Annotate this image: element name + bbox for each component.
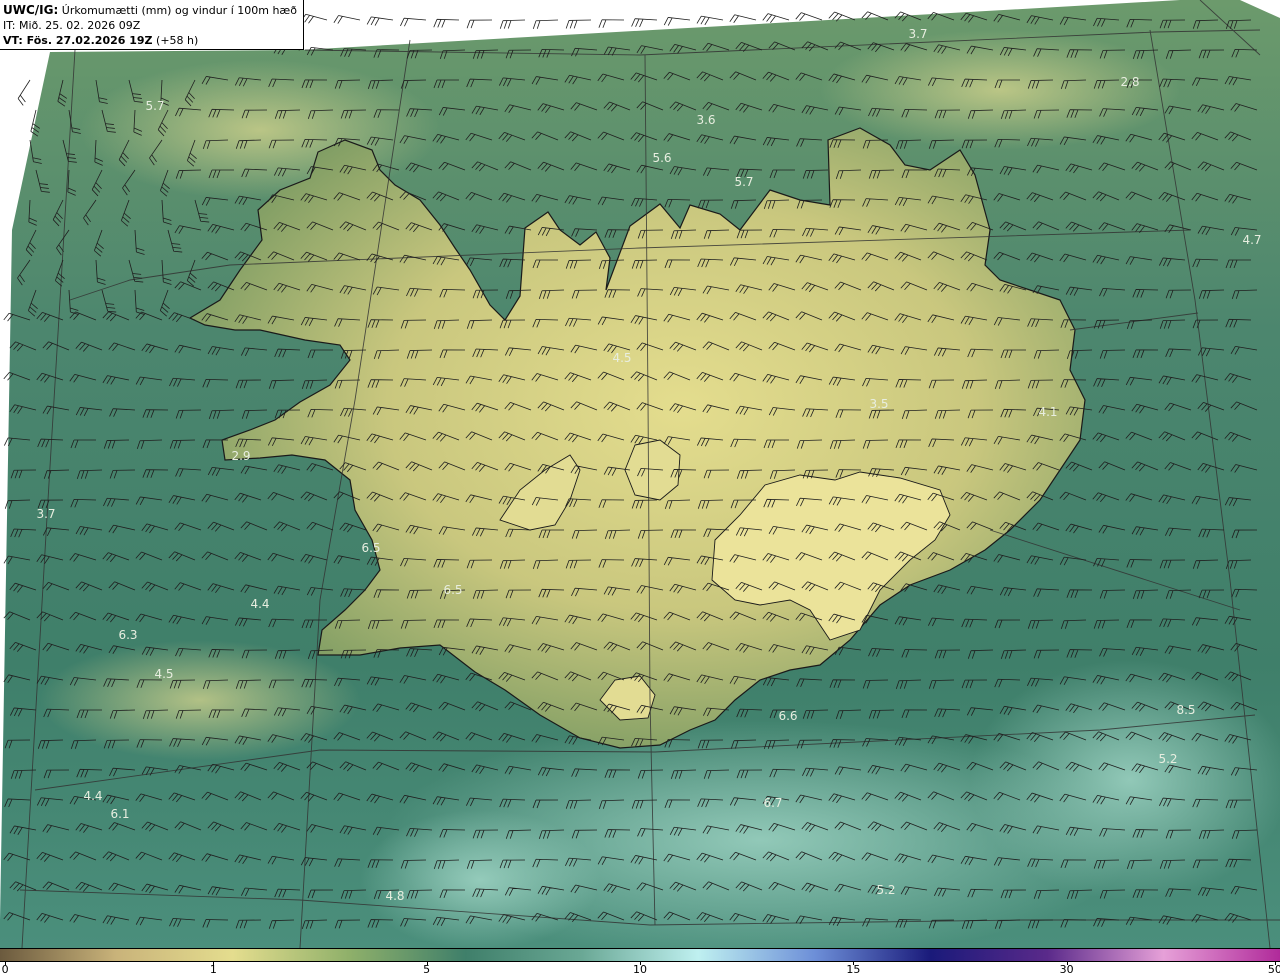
wind-barb [333,15,361,24]
wind-barb [532,19,559,29]
value-label: 8.5 [1176,703,1195,717]
colorbar-tick-label: 15 [846,963,861,976]
colorbar-tick-label: 0 [1,963,9,976]
colorbar [0,948,1280,962]
forecast-hour: (+58 h) [152,34,199,47]
value-label: 3.7 [908,27,927,41]
forecast-map: 3.7 2.8 5.7 3.6 5.6 5.7 4.7 4.5 3.5 4.1 2.9 3.7 6.5 6… [0,0,1280,948]
wind-barb [598,19,625,28]
title-box: UWC/IG: Úrkomumætti (mm) og vindur í 100… [0,0,304,50]
value-label: 4.7 [1242,233,1261,247]
model-name: UWC/IG: [3,3,59,17]
value-label: 6.6 [778,709,797,723]
wind-barb [17,79,31,106]
wind-barb [663,17,691,26]
value-label: 5.2 [876,883,895,897]
field-description: Úrkomumætti (mm) og vindur í 100m hæð [61,4,297,17]
value-label: 6.1 [110,807,129,821]
value-label: 5.6 [652,151,671,165]
value-label: 3.6 [696,113,715,127]
precip-patch [970,660,1280,900]
colorbar-tick-label: 50 [1267,963,1280,976]
wind-barb [565,19,592,29]
value-label: 6.5 [443,583,462,597]
colorbar-tick-label: 5 [423,963,431,976]
colorbar-tick-label: 1 [209,963,217,976]
wind-barb [400,17,427,27]
value-label: 5.2 [1158,752,1177,766]
colorbar-tick-label: 30 [1059,963,1074,976]
valid-time: VT: Fös. 27.02.2026 19Z [3,34,153,47]
value-label: 4.1 [1038,405,1057,419]
value-label: 4.4 [83,789,102,803]
value-label: 5.7 [734,175,753,189]
value-label: 6.7 [763,796,782,810]
wind-barb [696,15,724,26]
colorbar-tick-label: 10 [633,963,647,976]
value-label: 2.9 [231,449,250,463]
value-label: 4.4 [250,597,269,611]
wind-barb [433,18,460,28]
value-label: 6.3 [118,628,137,642]
wind-barb [631,18,658,28]
colorbar-ticks: 0 1 5 10 15 30 50 [0,962,1280,978]
value-label: 2.8 [1120,75,1139,89]
value-label: 4.8 [385,889,404,903]
initial-time: IT: Mið. 25. 02. 2026 09Z [3,19,141,32]
value-label: 5.7 [145,99,164,113]
wind-barb [466,19,493,29]
wind-barb [300,13,328,24]
value-label: 3.7 [36,507,55,521]
value-label: 4.5 [154,667,173,681]
value-label: 6.5 [361,541,380,555]
value-label: 4.5 [612,351,631,365]
wind-barb [366,16,394,26]
value-label: 3.5 [869,397,888,411]
wind-barb [499,19,526,29]
